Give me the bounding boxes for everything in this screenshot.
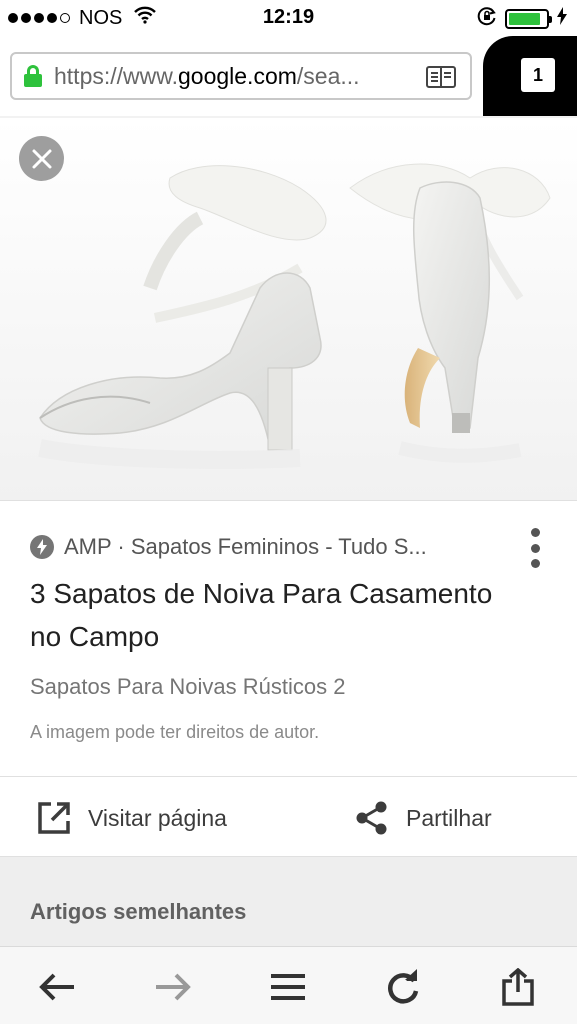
secure-lock-icon — [24, 65, 42, 87]
address-bar[interactable]: https://www.google.com/sea... — [10, 52, 472, 100]
rotation-lock-icon — [477, 6, 497, 32]
open-external-icon — [38, 802, 70, 834]
browser-toolbar-top: https://www.google.com/sea... 1 — [0, 36, 577, 116]
url-suffix: /sea... — [296, 62, 360, 89]
share-up-icon — [502, 968, 534, 1006]
actions-divider — [0, 776, 577, 777]
more-dot — [530, 543, 540, 553]
close-icon — [32, 149, 51, 168]
charging-icon — [557, 7, 567, 31]
reload-icon — [388, 969, 419, 1004]
result-title[interactable]: 3 Sapatos de Noiva Para Casamento no Cam… — [30, 572, 510, 658]
status-bar: NOS 12:19 — [0, 0, 577, 36]
image-divider — [0, 500, 577, 501]
amp-bolt-icon — [30, 535, 54, 559]
more-dot — [530, 559, 540, 568]
battery-level — [509, 13, 540, 25]
browser-toolbar-bottom — [0, 946, 577, 1024]
url-domain: google.com — [177, 62, 297, 89]
battery-icon — [505, 9, 552, 29]
more-dot — [530, 528, 540, 537]
menu-button[interactable] — [268, 967, 308, 1007]
copyright-notice: A imagem pode ter direitos de autor. — [30, 722, 320, 742]
forward-arrow-icon — [156, 973, 191, 1001]
source-label: AMP · Sapatos Femininos - Tudo S... — [64, 534, 427, 559]
similar-articles-heading: Artigos semelhantes — [30, 899, 247, 924]
reload-button[interactable] — [383, 967, 423, 1007]
close-button[interactable] — [19, 136, 64, 181]
share-toolbar-button[interactable] — [498, 967, 538, 1007]
back-button[interactable] — [37, 967, 77, 1007]
back-arrow-icon — [39, 973, 74, 1001]
result-source[interactable]: AMP · Sapatos Femininos - Tudo S... — [30, 534, 427, 560]
reader-mode-icon[interactable] — [426, 66, 456, 93]
result-subtitle: Sapatos Para Noivas Rústicos 2 — [30, 674, 346, 699]
share-label: Partilhar — [406, 804, 492, 831]
more-options-button[interactable] — [529, 528, 541, 568]
status-right — [477, 6, 567, 32]
similar-articles-section: Artigos semelhantes — [0, 856, 577, 946]
visit-page-label: Visitar página — [88, 804, 227, 831]
forward-button[interactable] — [153, 967, 193, 1007]
tab-count-button[interactable]: 1 — [521, 58, 555, 92]
url-prefix: https://www. — [54, 62, 178, 89]
share-button[interactable]: Partilhar — [354, 796, 492, 840]
bridal-shoes-image — [0, 118, 577, 500]
menu-icon — [271, 974, 305, 1000]
result-image — [0, 118, 577, 500]
share-icon — [356, 801, 387, 835]
visit-page-button[interactable]: Visitar página — [36, 796, 227, 840]
url-text[interactable]: https://www.google.com/sea... — [54, 63, 414, 90]
